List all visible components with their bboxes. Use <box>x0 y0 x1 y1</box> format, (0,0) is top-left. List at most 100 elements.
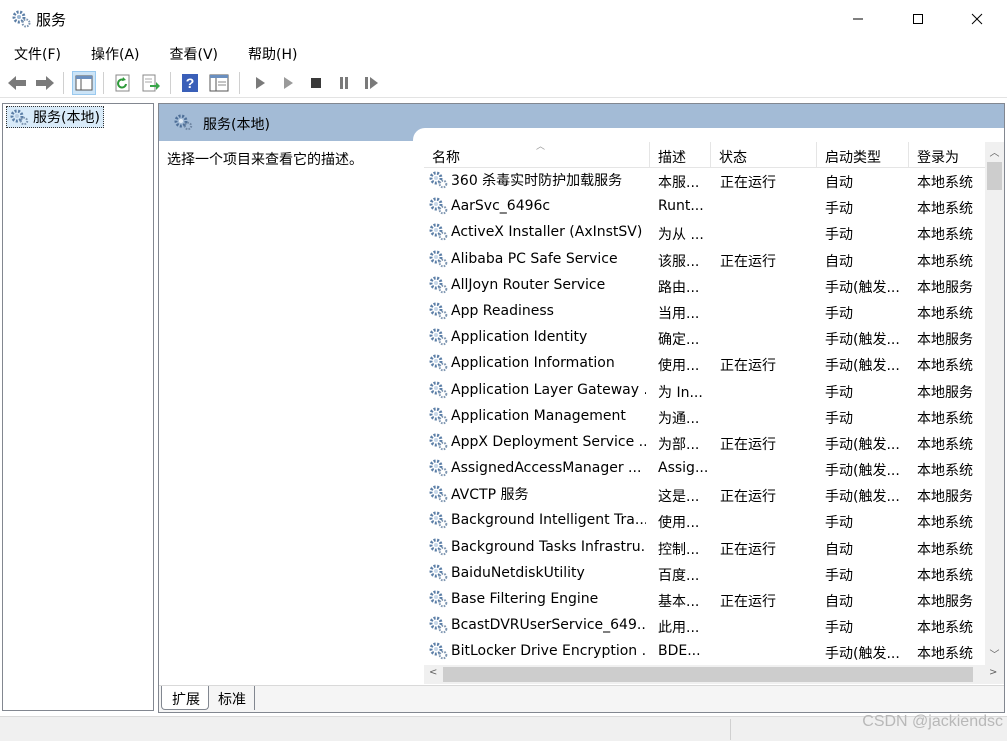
tree-item-services-local[interactable]: 服务(本地) <box>6 106 104 128</box>
vertical-scroll-thumb[interactable] <box>987 162 1002 190</box>
table-row[interactable]: Application Management 为通... 手动 本地系统 <box>424 404 985 430</box>
table-row[interactable]: Base Filtering Engine 基本... 正在运行 自动 本地服务 <box>424 587 985 613</box>
service-description: 当用... <box>658 305 700 322</box>
table-row[interactable]: Background Intelligent Tra... 使用... 手动 本地系统 <box>424 508 985 534</box>
service-startup-type: 手动(触发... <box>825 463 900 480</box>
service-description: 这是... <box>658 489 700 506</box>
refresh-icon <box>115 74 130 92</box>
service-name: Background Intelligent Tra... <box>451 512 646 529</box>
toolbar-separator <box>63 72 64 94</box>
table-row[interactable]: AssignedAccessManager ... Assig... 手动(触发..… <box>424 456 985 482</box>
column-header-logon-as[interactable]: 登录为 <box>909 142 989 168</box>
show-hide-tree-button[interactable] <box>72 71 96 95</box>
column-header-name[interactable]: 名称 ︿ <box>424 142 650 168</box>
minimize-button[interactable] <box>828 0 888 38</box>
table-row[interactable]: BcastDVRUserService_649... 此用... 手动 本地系统 <box>424 613 985 639</box>
service-description: 确定... <box>658 332 700 349</box>
horizontal-scrollbar[interactable]: < > <box>424 665 1004 684</box>
scroll-right-icon[interactable]: > <box>989 667 997 678</box>
service-gear-icon <box>428 327 448 347</box>
help-button[interactable]: ? <box>178 71 202 95</box>
table-row[interactable]: AppX Deployment Service ... 为部... 正在运行 手动(触… <box>424 430 985 456</box>
scroll-down-icon[interactable]: ﹀ <box>985 646 1004 663</box>
table-row[interactable]: Background Tasks Infrastru... 控制... 正在运行 自动… <box>424 535 985 561</box>
column-header-row: 名称 ︿ 描述 状态 启动类型 登录为 <box>424 142 985 168</box>
table-row[interactable]: App Readiness 当用... 手动 本地系统 <box>424 299 985 325</box>
title-bar: 服务 <box>0 0 1007 38</box>
restart-service-button[interactable] <box>360 71 384 95</box>
panel-header-title: 服务(本地) <box>203 117 270 133</box>
service-name-cell: AarSvc_6496c <box>428 196 646 216</box>
menu-help[interactable]: 帮助(H) <box>234 40 307 66</box>
table-row[interactable]: Application Layer Gateway ... 为 In... 手动 本地… <box>424 378 985 404</box>
service-name-cell: Alibaba PC Safe Service <box>428 249 646 269</box>
maximize-button[interactable] <box>888 0 948 38</box>
service-name: AarSvc_6496c <box>451 198 551 215</box>
service-status: 正在运行 <box>720 594 776 610</box>
horizontal-scroll-thumb[interactable] <box>443 667 973 682</box>
table-row[interactable]: 360 杀毒实时防护加载服务 本服... 正在运行 自动 本地系统 <box>424 168 985 194</box>
window-title: 服务 <box>36 11 67 29</box>
forward-button[interactable] <box>33 71 57 95</box>
service-name: BcastDVRUserService_649... <box>451 617 646 634</box>
close-button[interactable] <box>947 0 1007 38</box>
service-name: Base Filtering Engine <box>451 591 599 607</box>
service-startup-type: 手动 <box>825 227 853 244</box>
service-logon-as: 本地服务 <box>917 489 973 506</box>
back-button[interactable] <box>5 71 29 95</box>
stop-icon <box>311 78 321 88</box>
table-row[interactable]: Application Information 使用... 正在运行 手动(触发...… <box>424 351 985 377</box>
stop-service-button[interactable] <box>304 71 328 95</box>
table-row[interactable]: Application Identity 确定... 手动(触发... 本地服务 <box>424 325 985 351</box>
service-gear-icon <box>428 432 448 452</box>
service-startup-type: 自动 <box>825 594 853 610</box>
table-row[interactable]: BitLocker Drive Encryption ... BDE... 手动(触… <box>424 639 985 665</box>
table-row[interactable]: AllJoyn Router Service 路由... 手动(触发... 本地服务 <box>424 273 985 299</box>
toolbar-separator <box>170 72 171 94</box>
column-header-startup-type[interactable]: 启动类型 <box>817 142 909 168</box>
watermark: CSDN @jackiendsc <box>862 713 1003 730</box>
menu-action[interactable]: 操作(A) <box>77 40 150 66</box>
sort-ascending-icon: ︿ <box>536 142 546 152</box>
scroll-up-icon[interactable]: ︿ <box>985 144 1004 161</box>
start-service-button[interactable] <box>248 71 272 95</box>
service-startup-type: 自动 <box>825 253 853 270</box>
service-logon-as: 本地服务 <box>917 594 973 610</box>
export-list-button[interactable] <box>139 71 163 95</box>
service-startup-type: 手动 <box>825 567 853 584</box>
service-logon-as: 本地系统 <box>917 567 973 584</box>
column-header-status[interactable]: 状态 <box>711 142 817 168</box>
service-name-cell: Base Filtering Engine <box>428 589 646 609</box>
column-header-description[interactable]: 描述 <box>650 142 711 168</box>
service-startup-type: 手动(触发... <box>825 332 900 349</box>
service-logon-as: 本地系统 <box>917 646 973 663</box>
scroll-left-icon[interactable]: < <box>429 667 437 678</box>
service-logon-as: 本地系统 <box>917 463 973 480</box>
menu-file[interactable]: 文件(F) <box>0 40 71 66</box>
table-row[interactable]: ActiveX Installer (AxInstSV) 为从 ... 手动 本地系统 <box>424 220 985 246</box>
service-startup-type: 手动(触发... <box>825 358 900 375</box>
table-row[interactable]: Alibaba PC Safe Service 该服... 正在运行 自动 本地系统 <box>424 247 985 273</box>
tab-standard[interactable]: 标准 <box>208 686 255 710</box>
service-description: Runt... <box>658 198 704 215</box>
pause-service-button[interactable] <box>332 71 356 95</box>
service-logon-as: 本地系统 <box>917 620 973 637</box>
services-gear-icon <box>11 9 31 29</box>
table-row[interactable]: AVCTP 服务 这是... 正在运行 手动(触发... 本地服务 <box>424 482 985 508</box>
minimize-icon <box>853 18 863 20</box>
start-service-alt-button[interactable] <box>276 71 300 95</box>
tab-extended[interactable]: 扩展 <box>161 686 209 710</box>
service-description: 此用... <box>658 620 700 637</box>
refresh-button[interactable] <box>111 71 135 95</box>
service-startup-type: 手动(触发... <box>825 279 900 296</box>
service-gear-icon <box>428 196 448 216</box>
properties-button[interactable] <box>207 71 231 95</box>
table-row[interactable]: BaiduNetdiskUtility 百度... 手动 本地系统 <box>424 561 985 587</box>
service-name-cell: BaiduNetdiskUtility <box>428 563 646 583</box>
vertical-scrollbar[interactable]: ︿ ﹀ <box>985 142 1004 684</box>
table-row[interactable]: AarSvc_6496c Runt... 手动 本地系统 <box>424 194 985 220</box>
menu-view[interactable]: 查看(V) <box>156 40 229 66</box>
service-name: BaiduNetdiskUtility <box>451 564 585 581</box>
service-name: AppX Deployment Service ... <box>451 433 646 450</box>
status-separator <box>730 719 731 740</box>
